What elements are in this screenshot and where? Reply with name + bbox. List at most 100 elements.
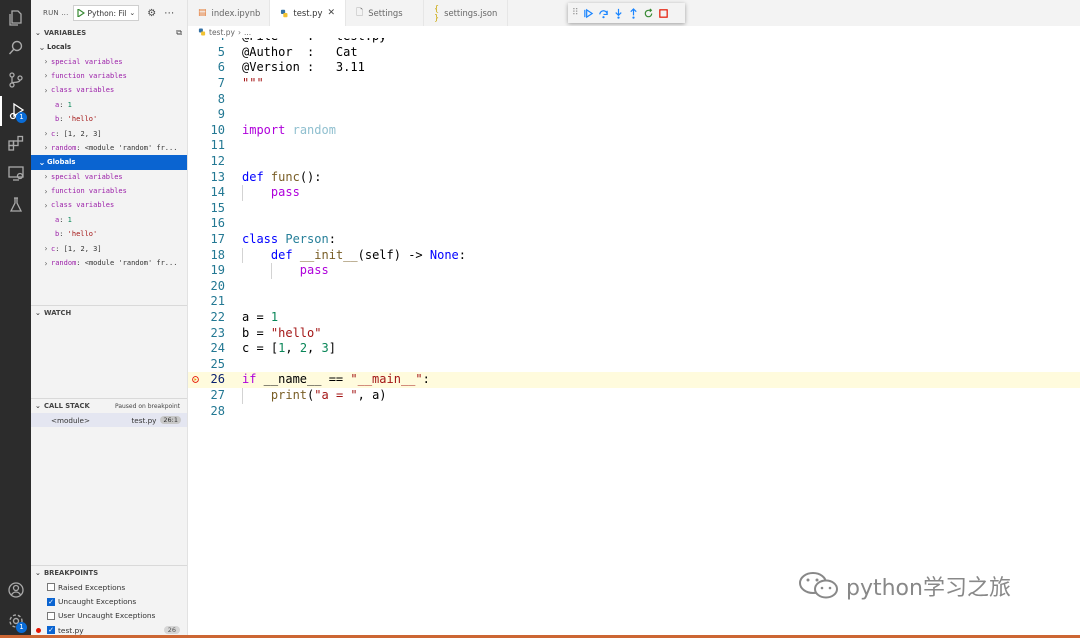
code-line[interactable]: 20: [188, 279, 1080, 295]
code-line[interactable]: 5 @Author : Cat: [188, 45, 1080, 61]
line-number[interactable]: 12: [188, 154, 225, 170]
collapse-all-icon[interactable]: ⧉: [176, 28, 182, 38]
checkbox-checked[interactable]: ✓: [47, 626, 55, 635]
tab-settings-json[interactable]: { } settings.json: [424, 0, 508, 26]
locals-class-variables[interactable]: › class variables: [31, 83, 187, 97]
variables-section-header[interactable]: ⌄ VARIABLES ⧉: [31, 26, 187, 40]
search-icon[interactable]: [0, 33, 31, 63]
line-number[interactable]: 22: [188, 310, 225, 326]
line-number[interactable]: 28: [188, 404, 225, 420]
breakpoint-uncaught-exceptions[interactable]: ✓ Uncaught Exceptions: [31, 594, 187, 608]
checkbox-checked[interactable]: ✓: [47, 597, 55, 606]
line-number[interactable]: 7: [188, 76, 225, 92]
code-line[interactable]: 11: [188, 138, 1080, 154]
extensions-icon[interactable]: [0, 128, 31, 158]
start-debugging-icon[interactable]: [76, 9, 85, 17]
gear-icon[interactable]: ⚙: [147, 8, 156, 19]
code-line[interactable]: 21: [188, 294, 1080, 310]
locals-function-variables[interactable]: › function variables: [31, 69, 187, 83]
code-line[interactable]: 23 b = "hello": [188, 326, 1080, 342]
line-number[interactable]: 4: [188, 38, 225, 45]
run-debug-icon[interactable]: 1: [0, 96, 31, 126]
globals-class-variables[interactable]: › class variables: [31, 198, 187, 212]
code-line[interactable]: 18 def __init__(self) -> None:: [188, 248, 1080, 264]
checkbox-unchecked[interactable]: [47, 583, 55, 592]
line-number[interactable]: 13: [188, 170, 225, 186]
code-line[interactable]: 17 class Person:: [188, 232, 1080, 248]
step-into-icon[interactable]: [613, 8, 624, 19]
breadcrumb-rest[interactable]: ...: [244, 28, 251, 37]
locals-variable-random[interactable]: › random: <module 'random' fr...: [31, 141, 187, 155]
step-over-icon[interactable]: [598, 8, 609, 19]
explorer-icon[interactable]: [0, 3, 31, 33]
globals-scope[interactable]: ⌄ Globals: [31, 155, 187, 170]
code-line[interactable]: 13 def func():: [188, 170, 1080, 186]
code-line[interactable]: 26 if __name__ == "__main__":: [188, 372, 1080, 388]
restart-icon[interactable]: [643, 7, 654, 19]
code-line[interactable]: 4 @File : test.py: [188, 38, 1080, 45]
locals-variable-b[interactable]: b: 'hello': [31, 112, 187, 126]
code-line[interactable]: 27 print("a = ", a): [188, 388, 1080, 404]
callstack-frame[interactable]: <module> test.py 26:1: [31, 413, 187, 427]
code-line[interactable]: 9: [188, 107, 1080, 123]
manage-gear-icon[interactable]: 1: [0, 606, 31, 636]
code-line[interactable]: 7 """: [188, 76, 1080, 92]
breakpoint-current-icon[interactable]: [192, 376, 199, 384]
line-number[interactable]: 18: [188, 248, 225, 264]
more-actions-icon[interactable]: ⋯: [164, 8, 174, 19]
line-number[interactable]: 25: [188, 357, 225, 373]
globals-function-variables[interactable]: › function variables: [31, 184, 187, 198]
code-line[interactable]: 6 @Version : 3.11: [188, 60, 1080, 76]
tab-test-py[interactable]: test.py ✕: [270, 0, 346, 26]
stop-icon[interactable]: [658, 8, 669, 19]
locals-variable-a[interactable]: a: 1: [31, 98, 187, 112]
code-line[interactable]: 10 import random: [188, 123, 1080, 139]
close-icon[interactable]: ✕: [327, 8, 335, 18]
code-line[interactable]: 24 c = [1, 2, 3]: [188, 341, 1080, 357]
line-number[interactable]: 8: [188, 92, 225, 108]
line-number[interactable]: 15: [188, 201, 225, 217]
line-number[interactable]: 21: [188, 294, 225, 310]
line-number[interactable]: 19: [188, 263, 225, 279]
tab-settings[interactable]: 🗋 Settings: [346, 0, 424, 26]
code-line[interactable]: 15: [188, 201, 1080, 217]
code-line[interactable]: 16: [188, 216, 1080, 232]
testing-icon[interactable]: [0, 190, 31, 220]
line-number[interactable]: 20: [188, 279, 225, 295]
locals-special-variables[interactable]: › special variables: [31, 54, 187, 68]
line-number[interactable]: 5: [188, 45, 225, 61]
line-number[interactable]: 27: [188, 388, 225, 404]
code-line[interactable]: 8: [188, 92, 1080, 108]
code-line[interactable]: 25: [188, 357, 1080, 373]
step-out-icon[interactable]: [628, 7, 639, 19]
checkbox-unchecked[interactable]: [47, 611, 55, 620]
breakpoint-raised-exceptions[interactable]: Raised Exceptions: [31, 580, 187, 594]
globals-special-variables[interactable]: › special variables: [31, 170, 187, 184]
continue-icon[interactable]: [583, 8, 594, 19]
source-control-icon[interactable]: [0, 65, 31, 95]
tab-index-ipynb[interactable]: ▤ index.ipynb: [188, 0, 270, 26]
drag-handle-icon[interactable]: ⠿: [572, 8, 579, 18]
locals-scope[interactable]: ⌄ Locals: [31, 40, 187, 54]
line-number[interactable]: 17: [188, 232, 225, 248]
remote-explorer-icon[interactable]: [0, 158, 31, 188]
breadcrumb-file[interactable]: test.py: [209, 28, 235, 37]
line-number[interactable]: 24: [188, 341, 225, 357]
line-number[interactable]: 9: [188, 107, 225, 123]
locals-variable-c[interactable]: › c: [1, 2, 3]: [31, 126, 187, 140]
globals-variable-c[interactable]: › c: [1, 2, 3]: [31, 241, 187, 255]
code-line[interactable]: 19 pass: [188, 263, 1080, 279]
globals-variable-b[interactable]: b: 'hello': [31, 227, 187, 241]
account-icon[interactable]: [0, 575, 31, 605]
line-number[interactable]: 11: [188, 138, 225, 154]
callstack-section-header[interactable]: ⌄ CALL STACK Paused on breakpoint: [31, 399, 187, 413]
launch-config-select[interactable]: Python: Fil ⌄: [72, 5, 140, 21]
watch-section-header[interactable]: ⌄ WATCH: [31, 306, 187, 320]
breakpoints-section-header[interactable]: ⌄ BREAKPOINTS: [31, 566, 187, 580]
globals-variable-random[interactable]: › random: <module 'random' fr...: [31, 256, 187, 270]
line-number[interactable]: 23: [188, 326, 225, 342]
code-editor[interactable]: 4 @File : test.py 5 @Author : Cat 6 @Version …: [188, 38, 1080, 635]
code-line[interactable]: 28: [188, 404, 1080, 420]
line-number[interactable]: 6: [188, 60, 225, 76]
code-line[interactable]: 22 a = 1: [188, 310, 1080, 326]
